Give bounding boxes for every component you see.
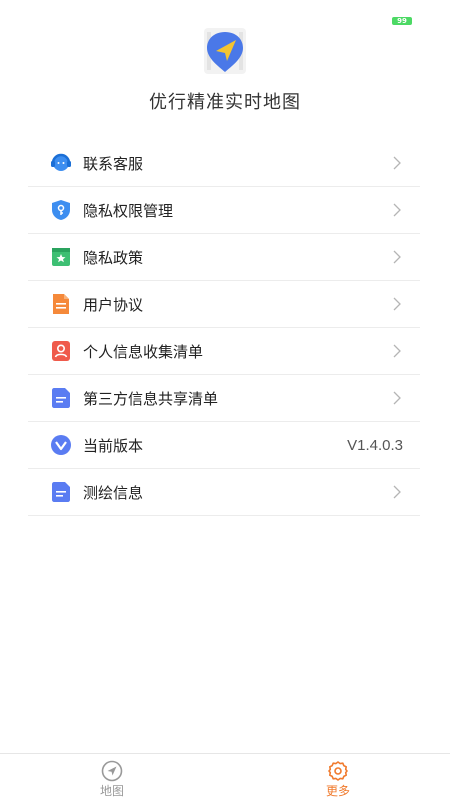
customer-service-icon xyxy=(51,153,71,171)
menu-item-contact-service[interactable]: 联系客服 xyxy=(28,140,420,187)
battery-indicator: 99 xyxy=(392,17,412,25)
chevron-right-icon xyxy=(393,344,401,358)
menu-item-privacy-policy[interactable]: 隐私政策 xyxy=(28,234,420,281)
person-card-icon xyxy=(52,341,70,361)
tab-label: 更多 xyxy=(325,784,350,798)
settings-menu: 联系客服 隐私权限管理 隐私政策 用户协议 个人信息收集清单 第三方信息共享清单… xyxy=(28,140,420,516)
navigation-arrow-icon xyxy=(101,760,123,782)
shield-key-icon xyxy=(52,200,70,220)
gear-icon xyxy=(328,761,348,781)
tab-more[interactable]: 更多 xyxy=(298,760,378,799)
document-icon xyxy=(53,294,69,314)
version-value: V1.4.0.3 xyxy=(347,436,403,454)
chevron-right-icon xyxy=(393,485,401,499)
menu-item-personal-info-list[interactable]: 个人信息收集清单 xyxy=(28,328,420,375)
chevron-right-icon xyxy=(393,297,401,311)
chevron-right-icon xyxy=(393,391,401,405)
menu-item-label: 第三方信息共享清单 xyxy=(83,389,219,408)
chevron-right-icon xyxy=(393,203,401,217)
menu-item-label: 隐私政策 xyxy=(83,248,144,267)
document-lines-icon xyxy=(52,388,70,408)
version-check-icon xyxy=(51,435,71,455)
menu-item-label: 测绘信息 xyxy=(83,483,144,502)
menu-item-label: 用户协议 xyxy=(83,295,144,314)
tab-map[interactable]: 地图 xyxy=(72,760,152,799)
menu-item-third-party-sharing[interactable]: 第三方信息共享清单 xyxy=(28,375,420,422)
menu-item-label: 隐私权限管理 xyxy=(83,201,174,220)
menu-item-user-agreement[interactable]: 用户协议 xyxy=(28,281,420,328)
menu-item-label: 当前版本 xyxy=(83,436,144,455)
menu-item-label: 个人信息收集清单 xyxy=(83,342,204,361)
document-lines-icon xyxy=(52,482,70,502)
menu-item-current-version[interactable]: 当前版本 V1.4.0.3 xyxy=(28,422,420,469)
bookmark-star-icon xyxy=(52,248,70,266)
menu-item-surveying-info[interactable]: 测绘信息 xyxy=(28,469,420,516)
chevron-right-icon xyxy=(393,156,401,170)
menu-item-privacy-permissions[interactable]: 隐私权限管理 xyxy=(28,187,420,234)
menu-item-label: 联系客服 xyxy=(83,154,144,173)
map-navigation-logo-icon xyxy=(204,28,246,74)
app-title: 优行精准实时地图 xyxy=(149,92,301,113)
bottom-tab-bar: 地图 更多 xyxy=(0,753,450,800)
tab-label: 地图 xyxy=(99,784,124,798)
chevron-right-icon xyxy=(393,250,401,264)
